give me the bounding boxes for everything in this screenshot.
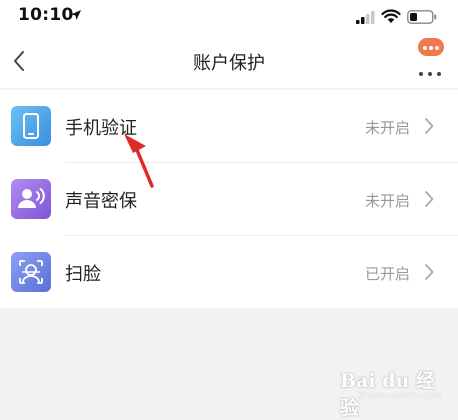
item-label: 声音密保 [65, 191, 137, 212]
status-time: 10:10 [18, 5, 74, 25]
page-title: 账户保护 [193, 53, 265, 74]
watermark: Bai du 经验 jingyan.baidu.com [340, 362, 450, 419]
item-status: 已开启 [364, 265, 410, 283]
message-bubble-icon [418, 38, 444, 56]
face-scan-icon [11, 252, 51, 292]
cellular-signal-icon [356, 11, 375, 24]
watermark-url: jingyan.baidu.com [358, 391, 442, 401]
status-bar: 10:10 [0, 0, 458, 36]
nav-bar: 账户保护 [0, 36, 458, 88]
list-item-voice-protect[interactable]: 声音密保 未开启 [0, 163, 458, 235]
location-arrow-icon [71, 10, 81, 20]
battery-icon [407, 10, 437, 24]
phone-icon [11, 106, 51, 146]
chevron-right-icon [425, 264, 434, 280]
chevron-right-icon [425, 191, 434, 207]
item-label: 扫脸 [65, 264, 101, 285]
voice-user-icon [11, 179, 51, 219]
list-item-face-scan[interactable]: 扫脸 已开启 [0, 236, 458, 308]
more-button[interactable] [415, 36, 449, 76]
chevron-right-icon [425, 118, 434, 134]
wifi-icon [381, 9, 401, 23]
list-item-phone-verify[interactable]: 手机验证 未开启 [0, 90, 458, 162]
item-label: 手机验证 [65, 118, 137, 139]
more-dots-icon [419, 61, 446, 80]
item-status: 未开启 [364, 119, 410, 137]
item-status: 未开启 [364, 192, 410, 210]
protection-list: 手机验证 未开启 声音密保 未开启 扫脸 已开启 [0, 90, 458, 308]
